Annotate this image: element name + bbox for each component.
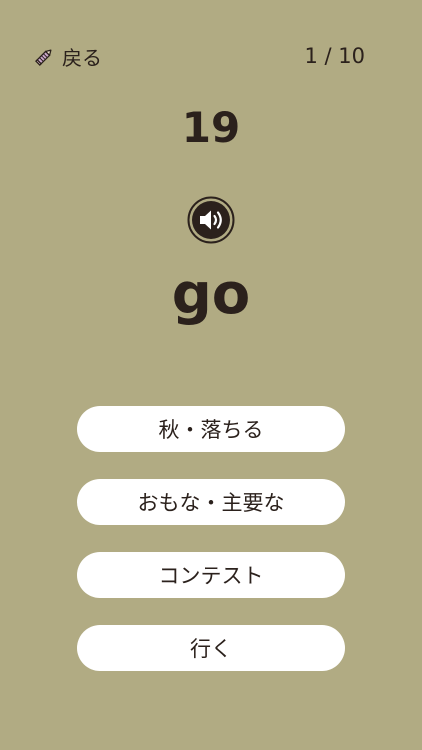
speaker-button[interactable] xyxy=(187,196,235,244)
choice-button[interactable]: おもな・主要な xyxy=(77,479,345,525)
speaker-icon xyxy=(187,196,235,244)
back-button[interactable]: 戻る xyxy=(34,40,102,72)
answer-choices: 秋・落ちる おもな・主要な コンテスト 行く xyxy=(77,406,345,698)
pencil-icon xyxy=(34,45,62,67)
word: go xyxy=(171,262,251,327)
choice-button[interactable]: 秋・落ちる xyxy=(77,406,345,452)
choice-button[interactable]: 行く xyxy=(77,625,345,671)
question-number: 19 xyxy=(181,103,241,152)
choice-button[interactable]: コンテスト xyxy=(77,552,345,598)
progress-counter: 1 / 10 xyxy=(304,44,365,68)
back-label: 戻る xyxy=(62,45,102,70)
